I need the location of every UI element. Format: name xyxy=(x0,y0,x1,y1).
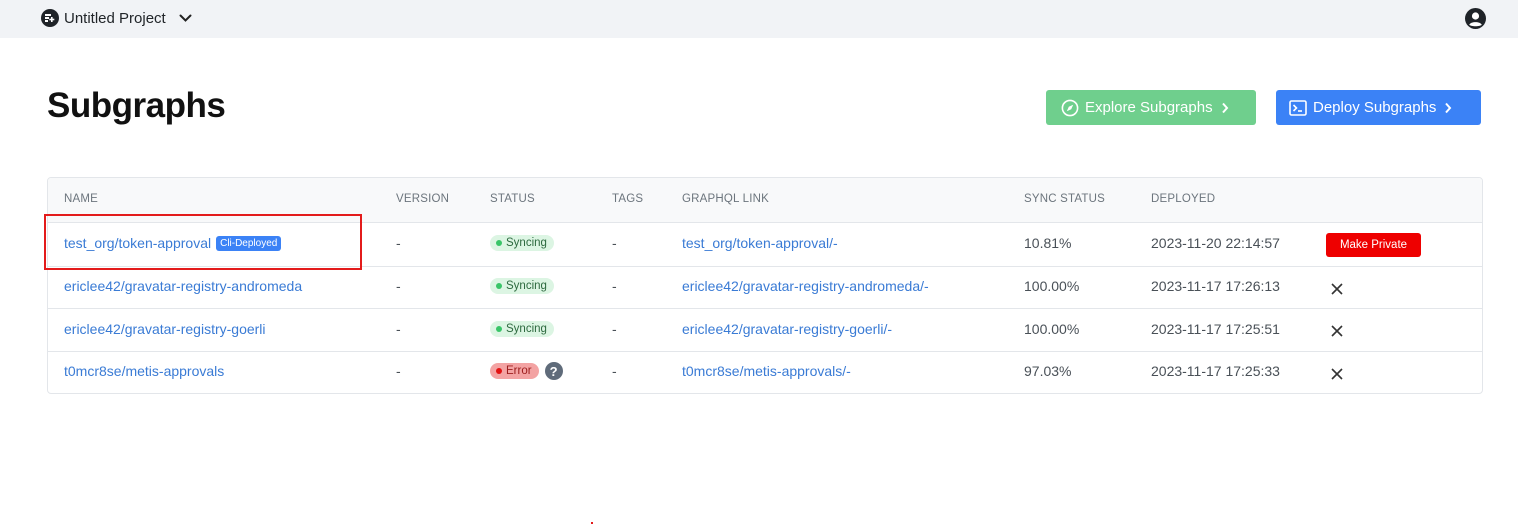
subgraph-name-cell: test_org/token-approval Cli-Deployed xyxy=(64,235,282,251)
version-cell: - xyxy=(396,235,401,251)
project-selector[interactable]: Untitled Project xyxy=(41,8,192,28)
table-header: NAME VERSION STATUS TAGS GRAPHQL LINK SY… xyxy=(48,178,1482,223)
header-deployed: DEPLOYED xyxy=(1151,193,1216,205)
deployed-cell: 2023-11-17 17:26:13 xyxy=(1151,278,1280,294)
graphql-link[interactable]: ericlee42/gravatar-registry-goerli/- xyxy=(682,321,892,337)
header-sync-status: SYNC STATUS xyxy=(1024,193,1106,205)
deploy-subgraphs-button[interactable]: Deploy Subgraphs xyxy=(1276,90,1481,125)
graphql-link[interactable]: test_org/token-approval/- xyxy=(682,235,838,251)
status-label: Error xyxy=(506,365,532,377)
version-cell: - xyxy=(396,278,401,294)
table-row: test_org/token-approval Cli-Deployed - S… xyxy=(48,223,1482,267)
table-row: ericlee42/gravatar-registry-andromeda - … xyxy=(48,267,1482,309)
make-private-button[interactable]: Make Private xyxy=(1326,233,1421,257)
status-cell: Syncing xyxy=(490,235,554,251)
subgraph-name-link[interactable]: ericlee42/gravatar-registry-andromeda xyxy=(64,278,302,294)
close-icon[interactable] xyxy=(1330,282,1344,296)
terminal-icon xyxy=(1289,99,1307,116)
tags-cell: - xyxy=(612,363,617,379)
tags-cell: - xyxy=(612,235,617,251)
explore-subgraphs-label: Explore Subgraphs xyxy=(1085,99,1213,116)
close-icon[interactable] xyxy=(1330,324,1344,338)
deployed-cell: 2023-11-17 17:25:51 xyxy=(1151,321,1280,337)
chevron-right-icon xyxy=(1221,102,1228,113)
subgraph-name-link[interactable]: t0mcr8se/metis-approvals xyxy=(64,363,224,379)
version-cell: - xyxy=(396,363,401,379)
status-cell: Syncing xyxy=(490,321,554,337)
deployed-cell: 2023-11-20 22:14:57 xyxy=(1151,235,1280,251)
project-name: Untitled Project xyxy=(64,9,166,27)
graphql-link[interactable]: t0mcr8se/metis-approvals/- xyxy=(682,363,851,379)
header-name: NAME xyxy=(64,193,99,205)
compass-icon xyxy=(1061,99,1079,116)
header-version: VERSION xyxy=(396,193,450,205)
cli-deployed-tag: Cli-Deployed xyxy=(216,235,282,251)
sync-status-cell: 100.00% xyxy=(1024,321,1080,337)
explore-subgraphs-button[interactable]: Explore Subgraphs xyxy=(1046,90,1256,125)
header-status: STATUS xyxy=(490,193,535,205)
status-cell: Syncing xyxy=(490,278,554,294)
status-badge: Syncing xyxy=(490,235,554,251)
table-row: ericlee42/gravatar-registry-goerli - Syn… xyxy=(48,309,1482,352)
status-badge: Syncing xyxy=(490,321,554,337)
project-logo-icon xyxy=(41,9,59,27)
table-row: t0mcr8se/metis-approvals - Error ? - t0m… xyxy=(48,352,1482,393)
status-dot xyxy=(496,368,502,374)
chevron-down-icon[interactable] xyxy=(179,14,192,23)
page-title: Subgraphs xyxy=(47,86,226,125)
sync-status-cell: 97.03% xyxy=(1024,363,1072,379)
status-dot xyxy=(496,240,502,246)
sync-status-cell: 10.81% xyxy=(1024,235,1072,251)
top-bar: Untitled Project xyxy=(0,0,1518,38)
subgraphs-table: NAME VERSION STATUS TAGS GRAPHQL LINK SY… xyxy=(47,177,1483,394)
subgraph-name-link[interactable]: test_org/token-approval xyxy=(64,235,211,251)
version-cell: - xyxy=(396,321,401,337)
tags-cell: - xyxy=(612,278,617,294)
status-label: Syncing xyxy=(506,323,547,335)
status-label: Syncing xyxy=(506,237,547,249)
subgraph-name-link[interactable]: ericlee42/gravatar-registry-goerli xyxy=(64,321,266,337)
header-graphql-link: GRAPHQL LINK xyxy=(682,193,769,205)
status-dot xyxy=(496,326,502,332)
status-cell: Error ? xyxy=(490,362,563,380)
chevron-right-icon xyxy=(1445,102,1452,113)
status-dot xyxy=(496,283,502,289)
status-label: Syncing xyxy=(506,280,547,292)
sync-status-cell: 100.00% xyxy=(1024,278,1080,294)
status-badge: Error xyxy=(490,363,539,379)
annotation-dot xyxy=(591,522,593,524)
user-circle-icon[interactable] xyxy=(1465,8,1486,29)
help-icon[interactable]: ? xyxy=(544,362,563,380)
header-tags: TAGS xyxy=(612,193,644,205)
tags-cell: - xyxy=(612,321,617,337)
deployed-cell: 2023-11-17 17:25:33 xyxy=(1151,363,1280,379)
graphql-link[interactable]: ericlee42/gravatar-registry-andromeda/- xyxy=(682,278,929,294)
status-badge: Syncing xyxy=(490,278,554,294)
close-icon[interactable] xyxy=(1330,367,1344,381)
deploy-subgraphs-label: Deploy Subgraphs xyxy=(1313,99,1437,116)
